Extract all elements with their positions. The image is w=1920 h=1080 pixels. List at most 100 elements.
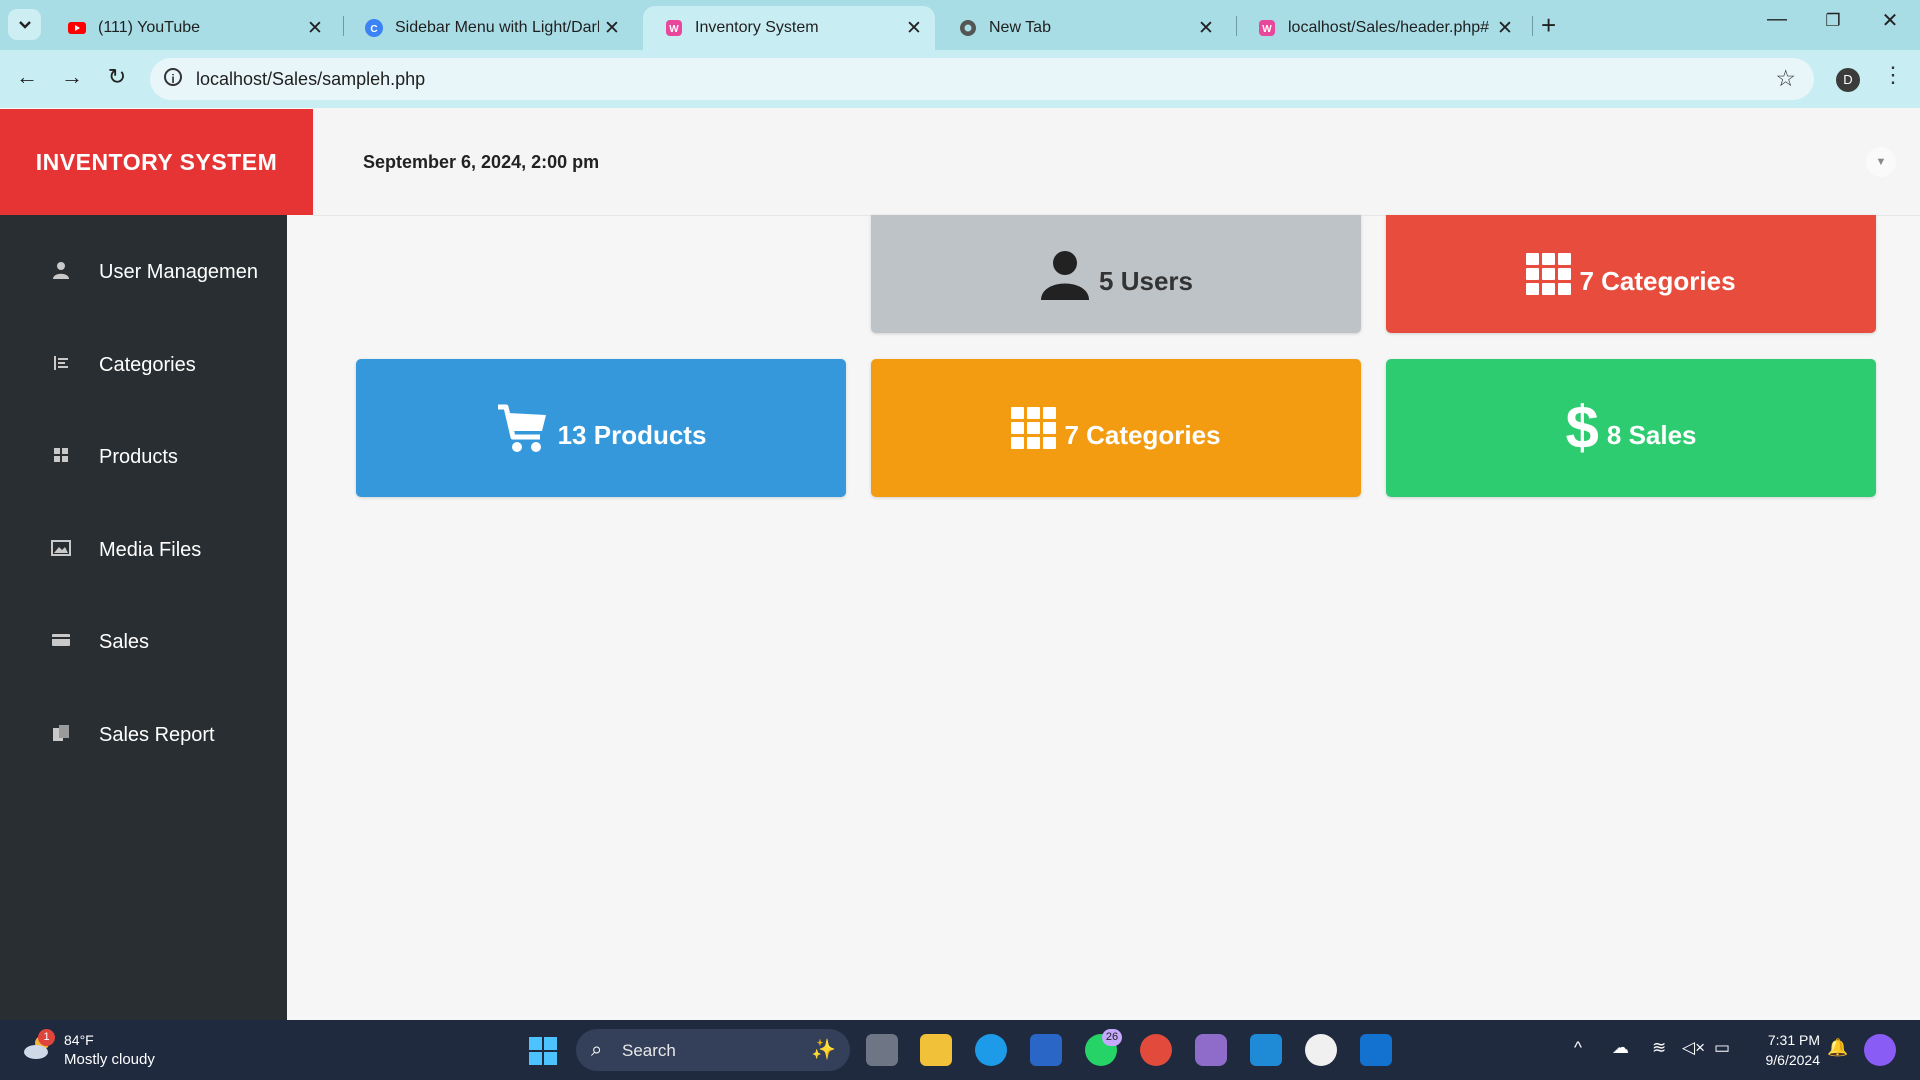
profile-avatar[interactable]: D <box>1836 68 1860 92</box>
address-url[interactable]: localhost/Sales/sampleh.php <box>196 69 425 90</box>
chrome-icon <box>960 20 976 36</box>
taskbar-search-label: Search <box>622 1041 676 1060</box>
new-tab-button[interactable]: + <box>1541 10 1556 41</box>
tab-youtube[interactable]: (111) YouTube ✕ <box>46 6 336 50</box>
search-highlight-icon: ✨ <box>811 1039 836 1061</box>
xampp-icon: W <box>1259 20 1275 36</box>
tab-title: New Tab <box>989 19 1051 36</box>
youtube-icon <box>68 22 86 34</box>
app-header: September 6, 2024, 2:00 pm ▼ <box>313 109 1920 216</box>
sidebar-item-sales[interactable]: Sales <box>0 612 287 672</box>
brand-logo[interactable]: INVENTORY SYSTEM <box>0 109 313 215</box>
categories-count: 7 Categories <box>1064 419 1221 450</box>
site-info-icon[interactable]: i <box>164 68 182 86</box>
browser-toolbar: ← → ↻ i localhost/Sales/sampleh.php ☆ <box>0 50 1920 108</box>
categories-top-card[interactable]: 7 Categories <box>1386 215 1876 333</box>
grid-icon <box>50 446 72 469</box>
windows-taskbar: 1 84°F Mostly cloudy ⌕ Search ✨ 26 ^ ☁ ≋… <box>0 1020 1920 1080</box>
browser-menu-icon[interactable]: ⋮ <box>1882 62 1904 88</box>
sidebar-item-label: Sales <box>99 630 150 653</box>
weather-badge: 1 <box>38 1029 55 1046</box>
forward-arrow-icon[interactable]: → <box>57 64 87 90</box>
restore-icon[interactable]: ❐ <box>1813 11 1853 31</box>
chevron-down-icon <box>18 20 31 29</box>
taskbar-search[interactable]: ⌕ Search ✨ <box>576 1029 850 1071</box>
tab-search-button[interactable] <box>8 9 41 40</box>
indent-icon <box>50 354 72 377</box>
categories-card[interactable]: 7 Categories <box>871 359 1361 497</box>
sidebar-item-user-management[interactable]: User Managemen <box>0 242 287 302</box>
microsoft-store-icon[interactable] <box>1030 1034 1062 1066</box>
taskbar-date: 9/6/2024 <box>1765 1052 1821 1068</box>
weather-temp[interactable]: 84°F <box>64 1032 94 1048</box>
close-icon[interactable]: ✕ <box>1492 17 1518 40</box>
tab-sidebar-menu[interactable]: C Sidebar Menu with Light/Dark T ✕ <box>343 6 633 50</box>
sidebar: User Managemen Categories Products Media… <box>0 215 287 1020</box>
users-card[interactable]: 5 Users <box>871 215 1361 333</box>
bookmark-star-icon[interactable]: ☆ <box>1775 65 1796 92</box>
products-card[interactable]: 13 Products <box>356 359 846 497</box>
tab-inventory-system[interactable]: W Inventory System ✕ <box>643 6 935 50</box>
dollar-icon: $ <box>1565 394 1599 461</box>
taskbar-time: 7:31 PM <box>1767 1032 1820 1048</box>
tab-new-tab[interactable]: New Tab ✕ <box>937 6 1227 50</box>
browser-tab-bar: (111) YouTube ✕ C Sidebar Menu with Ligh… <box>0 0 1920 50</box>
credit-card-icon <box>50 631 72 654</box>
shopping-cart-icon <box>497 404 546 452</box>
edge-icon[interactable] <box>975 1034 1007 1066</box>
th-grid-icon <box>1526 253 1572 295</box>
task-view-icon[interactable] <box>866 1034 898 1066</box>
back-arrow-icon[interactable]: ← <box>12 64 42 90</box>
tab-title: (111) YouTube <box>98 19 201 36</box>
onedrive-icon[interactable]: ☁ <box>1612 1038 1629 1058</box>
sidebar-item-sales-report[interactable]: Sales Report <box>0 705 287 765</box>
tab-header-php[interactable]: W localhost/Sales/header.php# ✕ <box>1236 6 1526 50</box>
report-icon <box>50 724 72 747</box>
address-bar[interactable]: i localhost/Sales/sampleh.php ☆ <box>150 58 1814 100</box>
close-icon[interactable]: ✕ <box>901 17 927 40</box>
copilot-icon[interactable] <box>1864 1034 1896 1066</box>
user-icon <box>1041 251 1089 300</box>
svg-text:W: W <box>669 24 679 35</box>
users-count: 5 Users <box>1099 265 1193 296</box>
sidebar-item-label: Products <box>99 445 178 468</box>
categories-top-count: 7 Categories <box>1579 265 1736 296</box>
close-icon[interactable]: ✕ <box>302 17 328 40</box>
notification-bell-icon[interactable]: 🔔 <box>1827 1038 1848 1058</box>
sidebar-item-label: User Managemen <box>99 260 258 283</box>
volume-muted-icon[interactable]: ◁× <box>1682 1038 1705 1058</box>
xampp-icon: W <box>666 20 682 36</box>
app-cube-icon[interactable] <box>1195 1034 1227 1066</box>
minimize-icon[interactable]: — <box>1757 8 1797 31</box>
sidebar-item-media-files[interactable]: Media Files <box>0 520 287 580</box>
show-hidden-icons-icon[interactable]: ^ <box>1574 1038 1582 1058</box>
reload-icon[interactable]: ↻ <box>102 64 132 90</box>
svg-text:W: W <box>1262 24 1272 35</box>
sales-card[interactable]: $ 8 Sales <box>1386 359 1876 497</box>
whatsapp-business-icon[interactable] <box>1305 1034 1337 1066</box>
sidebar-item-label: Media Files <box>99 538 202 561</box>
weather-desc[interactable]: Mostly cloudy <box>64 1051 155 1068</box>
whatsapp-badge: 26 <box>1102 1029 1122 1046</box>
chrome-taskbar-icon[interactable] <box>1140 1034 1172 1066</box>
vscode-icon[interactable] <box>1250 1034 1282 1066</box>
close-window-icon[interactable]: ✕ <box>1870 8 1910 33</box>
search-icon: ⌕ <box>591 1039 603 1061</box>
windows-start-icon[interactable] <box>528 1036 558 1066</box>
taskbar-clock[interactable]: 7:31 PM 9/6/2024 <box>1766 1030 1821 1070</box>
outlook-icon[interactable] <box>1360 1034 1392 1066</box>
header-datetime: September 6, 2024, 2:00 pm <box>363 152 600 172</box>
sidebar-item-categories[interactable]: Categories <box>0 335 287 395</box>
tab-divider <box>1532 16 1533 36</box>
tab-title: localhost/Sales/header.php# <box>1288 19 1490 36</box>
tab-title: Sidebar Menu with Light/Dark T <box>395 19 599 36</box>
close-icon[interactable]: ✕ <box>1193 17 1219 40</box>
battery-icon[interactable]: ▭ <box>1714 1038 1730 1058</box>
sidebar-item-products[interactable]: Products <box>0 427 287 487</box>
file-explorer-icon[interactable] <box>920 1034 952 1066</box>
image-icon <box>50 539 72 562</box>
close-icon[interactable]: ✕ <box>599 17 625 40</box>
user-dropdown-caret-icon[interactable]: ▼ <box>1866 147 1896 177</box>
wifi-icon[interactable]: ≋ <box>1652 1038 1666 1058</box>
tab-title: Inventory System <box>695 19 819 36</box>
